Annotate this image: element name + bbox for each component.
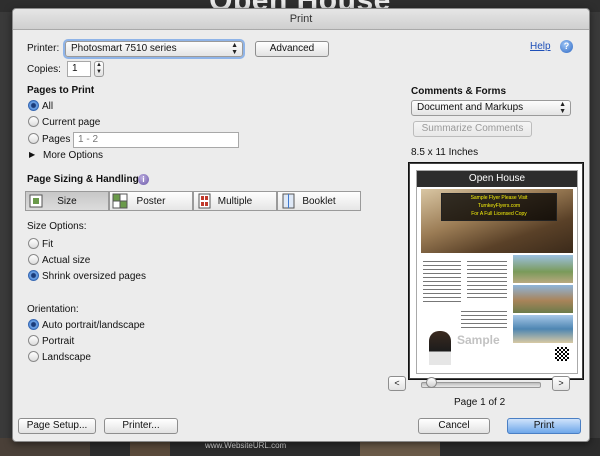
previous-page-button[interactable]: < <box>388 376 406 391</box>
page-indicator: Page 1 of 2 <box>454 397 506 408</box>
landscape-radio[interactable] <box>28 351 39 362</box>
flyer-thumb-photo <box>513 255 573 283</box>
mode-size-button[interactable]: Size <box>25 191 109 211</box>
help-link[interactable]: Help <box>530 41 551 52</box>
comments-value: Document and Markups <box>417 102 524 113</box>
popup-arrows-icon: ▲ ▼ <box>231 42 238 56</box>
orientation-label: Orientation: <box>27 304 79 315</box>
zoom-slider[interactable] <box>421 382 541 388</box>
printer-button[interactable]: Printer... <box>104 418 178 434</box>
flyer-thumb-photo <box>513 285 573 313</box>
flyer-banner-line: For A Full Licensed Copy <box>471 211 527 217</box>
fit-radio[interactable] <box>28 238 39 249</box>
size-options-label: Size Options: <box>27 221 87 232</box>
pages-heading: Pages to Print <box>27 85 95 96</box>
comments-select[interactable]: Document and Markups ▲ ▼ <box>411 100 571 116</box>
flyer-agent-photo <box>429 331 451 365</box>
auto-orientation-label: Auto portrait/landscape <box>42 320 145 331</box>
actual-size-label: Actual size <box>42 255 91 266</box>
more-options-label[interactable]: More Options <box>43 150 103 161</box>
mode-booklet-label: Booklet <box>302 196 336 207</box>
landscape-label: Landscape <box>42 352 91 363</box>
info-icon[interactable]: i <box>138 174 149 185</box>
preview-page: Open House Sample Flyer Please Visit Tur… <box>416 170 578 374</box>
mode-poster-label: Poster <box>136 196 166 207</box>
pages-all-label: All <box>42 101 54 112</box>
dialog-title: Print <box>13 9 589 30</box>
actual-size-radio[interactable] <box>28 254 39 265</box>
print-preview: Open House Sample Flyer Please Visit Tur… <box>409 163 583 379</box>
pages-range-label: Pages <box>42 134 71 145</box>
print-dialog: Print Printer: Photosmart 7510 series ▲ ▼… <box>12 8 590 442</box>
mode-multiple-label: Multiple <box>217 196 253 207</box>
shrink-radio[interactable] <box>28 270 39 281</box>
copies-input[interactable]: 1 <box>67 61 91 77</box>
pages-current-radio[interactable] <box>28 116 39 127</box>
printer-select[interactable]: Photosmart 7510 series ▲ ▼ <box>65 41 243 57</box>
portrait-label: Portrait <box>42 336 75 347</box>
comments-heading: Comments & Forms <box>411 86 507 97</box>
mode-poster-button[interactable]: Poster <box>109 191 193 211</box>
flyer-banner-line: TurnkeyFlyers.com <box>477 203 521 209</box>
pages-range-radio[interactable] <box>28 133 39 144</box>
help-icon[interactable]: ? <box>560 40 573 53</box>
auto-orientation-radio[interactable] <box>28 319 39 330</box>
portrait-radio[interactable] <box>28 335 39 346</box>
page-setup-button[interactable]: Page Setup... <box>18 418 96 434</box>
advanced-button[interactable]: Advanced <box>255 41 329 57</box>
flyer-text-block <box>423 261 461 305</box>
fit-label: Fit <box>42 239 54 250</box>
flyer-thumb-photo <box>513 315 573 343</box>
flyer-text-block <box>461 311 507 329</box>
flyer-qr-code <box>555 347 569 361</box>
background-url: www.WebsiteURL.com <box>205 441 287 450</box>
mode-multiple-button[interactable]: Multiple <box>193 191 277 211</box>
help-link-text[interactable]: Help <box>530 41 551 52</box>
pages-current-label: Current page <box>42 117 101 128</box>
flyer-banner-line: Sample Flyer Please Visit <box>470 195 528 201</box>
flyer-watermark: Sample <box>457 333 500 347</box>
copies-stepper[interactable]: ▲ ▼ <box>94 61 104 77</box>
copies-label: Copies: <box>27 64 61 75</box>
paper-size-label: 8.5 x 11 Inches <box>411 147 479 158</box>
shrink-label: Shrink oversized pages <box>42 271 146 282</box>
print-button[interactable]: Print <box>507 418 581 434</box>
flyer-banner: Sample Flyer Please Visit TurnkeyFlyers.… <box>441 193 557 221</box>
flyer-text-block <box>467 261 507 301</box>
pages-all-radio[interactable] <box>28 100 39 111</box>
next-page-button[interactable]: > <box>552 376 570 391</box>
mode-booklet-button[interactable]: Booklet <box>277 191 361 211</box>
disclosure-triangle-icon[interactable]: ▶ <box>29 150 35 159</box>
printer-label: Printer: <box>27 43 60 54</box>
printer-value: Photosmart 7510 series <box>71 43 177 54</box>
mode-size-label: Size <box>57 196 77 207</box>
sizing-heading: Page Sizing & Handling <box>27 174 139 185</box>
cancel-button[interactable]: Cancel <box>418 418 490 434</box>
summarize-comments-button[interactable]: Summarize Comments <box>413 121 532 137</box>
flyer-title: Open House <box>417 171 577 187</box>
pages-range-input[interactable]: 1 - 2 <box>73 132 239 148</box>
popup-arrows-icon: ▲ ▼ <box>559 101 566 115</box>
